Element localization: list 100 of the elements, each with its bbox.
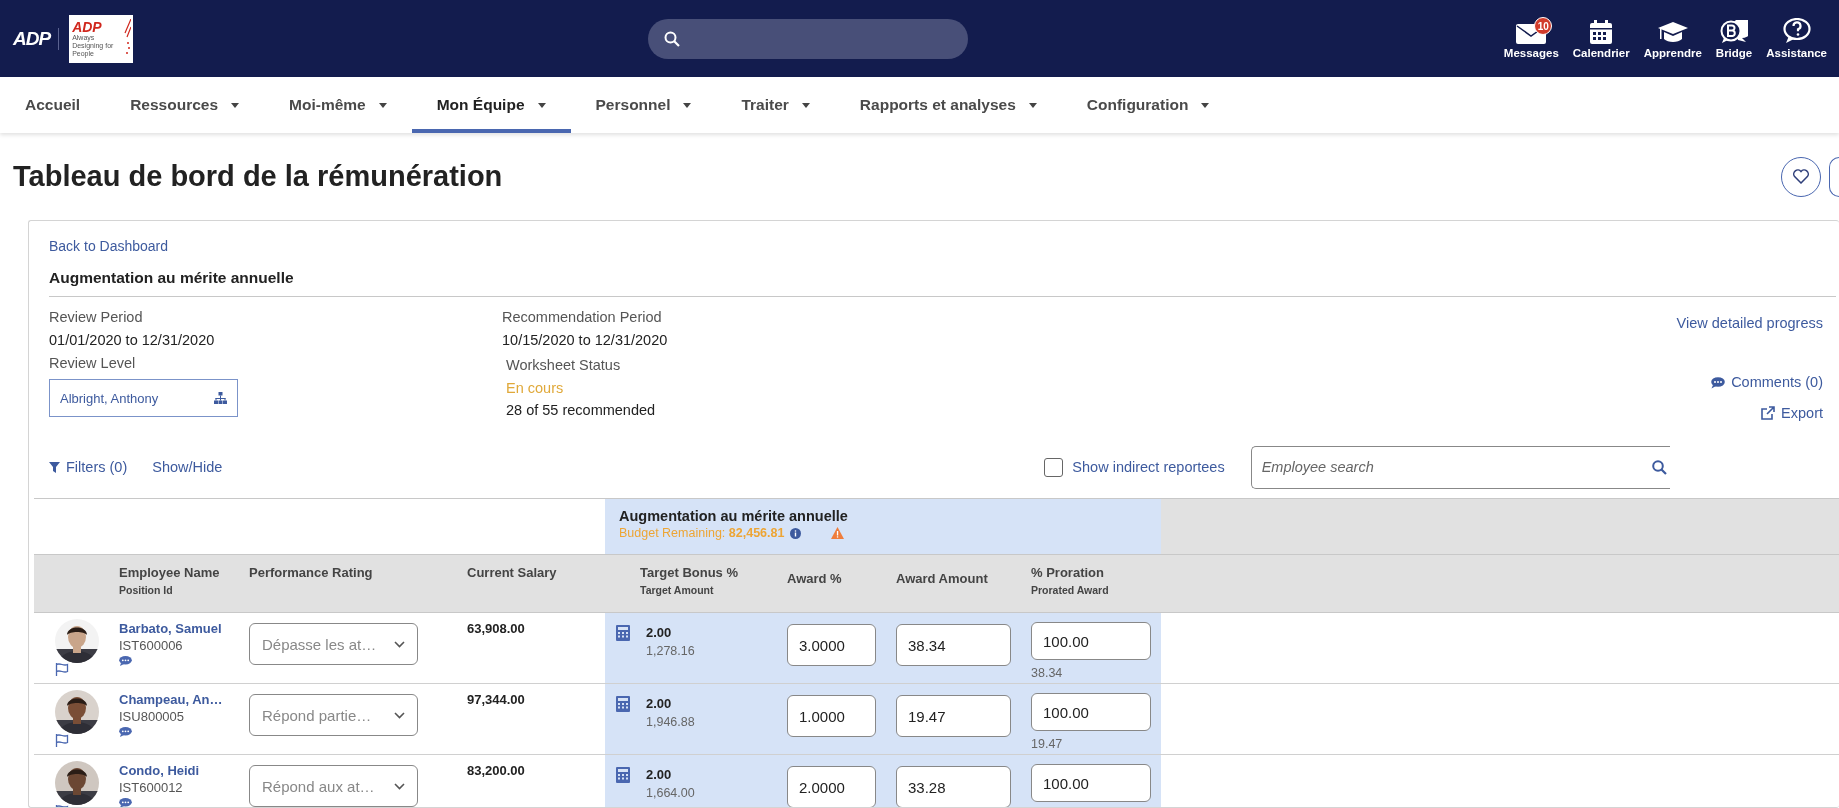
position-id: IST600006 (119, 638, 184, 653)
toolbar-button[interactable]: Assistance (1766, 18, 1827, 59)
nav-tab[interactable]: Rapports et analyses (834, 77, 1062, 133)
toolbar-button[interactable]: 10 Messages (1503, 18, 1559, 59)
progress-text: 28 of 55 recommended (506, 401, 657, 420)
round-button[interactable] (1829, 156, 1839, 197)
column-header[interactable]: Award Amount (896, 555, 1031, 612)
help-bubble-icon (1782, 18, 1811, 44)
field-label: Review Period (49, 308, 144, 327)
award-amount-field[interactable]: 19.47 (896, 695, 1011, 737)
employee-name-link[interactable]: Barbato, Samuel (119, 621, 249, 636)
heart-icon (1793, 169, 1809, 184)
chevron-down-icon (394, 782, 405, 790)
count-badge: 10 (1534, 17, 1553, 35)
nav-tab[interactable]: Ressources (105, 77, 265, 133)
field-label: Review Level (49, 354, 137, 373)
search-icon (1651, 459, 1667, 475)
show-hide-link[interactable]: Show/Hide (152, 459, 223, 475)
proration-field[interactable]: 100.00 (1031, 764, 1151, 802)
toolbar-label: Bridge (1715, 47, 1753, 59)
warning-icon (831, 527, 845, 539)
salary-value: 63,908.00 (467, 621, 526, 636)
target-amount-value: 1,278.16 (646, 644, 695, 658)
nav-tab[interactable]: Personnel (570, 77, 717, 133)
salary-value: 97,344.00 (467, 692, 526, 707)
toolbar-button[interactable]: Bridge (1715, 18, 1753, 59)
favorite-button[interactable] (1781, 156, 1821, 197)
award-amount-field[interactable]: 33.28 (896, 766, 1011, 807)
review-level-selector[interactable]: Albright, Anthony (49, 379, 238, 417)
field-value: 01/01/2020 to 12/31/2020 (49, 331, 216, 350)
comment-icon[interactable] (119, 656, 132, 666)
proration-field[interactable]: 100.00 (1031, 622, 1151, 660)
back-link[interactable]: Back to Dashboard (49, 238, 169, 254)
calendar-icon (1590, 20, 1613, 44)
comment-icon[interactable] (119, 798, 132, 807)
employee-name-link[interactable]: Champeau, An… (119, 692, 249, 707)
award-percent-field[interactable]: 3.0000 (787, 624, 876, 666)
filter-icon (49, 461, 60, 473)
search-icon (664, 30, 680, 47)
comment-icon[interactable] (119, 727, 132, 737)
prorated-award-value: 19.47 (1031, 737, 1064, 751)
checkbox[interactable] (1044, 457, 1064, 477)
chat-bubbles-icon (1720, 20, 1749, 44)
flag-icon[interactable] (55, 734, 69, 747)
filters-link[interactable]: Filters (0) (49, 459, 128, 475)
target-amount-value: 1,946.88 (646, 715, 695, 729)
target-amount-value: 1,664.00 (646, 786, 695, 800)
rating-dropdown[interactable]: Dépasse les at… (249, 623, 418, 665)
calculator-icon[interactable] (616, 625, 630, 641)
column-header[interactable]: Employee Name Position Id (119, 555, 249, 612)
comment-icon (1711, 376, 1726, 389)
flag-icon[interactable] (55, 663, 69, 676)
external-link-icon (1761, 406, 1776, 420)
comments-link[interactable]: Comments (0) (1711, 374, 1823, 390)
budget-remaining: Budget Remaining: 82,456.81 (619, 526, 785, 540)
award-percent-field[interactable]: 2.0000 (787, 766, 876, 807)
envelope-icon (1516, 24, 1547, 44)
progress-link[interactable]: View detailed progress (1676, 315, 1823, 331)
toolbar-button[interactable]: Calendrier (1572, 18, 1630, 59)
nav-tab[interactable]: Accueil (0, 77, 106, 133)
status-text: En cours (506, 379, 565, 398)
toolbar-label: Messages (1503, 47, 1559, 59)
nav-tab[interactable]: Traiter (716, 77, 835, 133)
column-header[interactable]: Target Bonus % Target Amount (605, 555, 787, 612)
field-label: Worksheet Status (506, 356, 622, 375)
target-bonus-value: 2.00 (646, 767, 673, 782)
salary-value: 83,200.00 (467, 763, 526, 778)
column-header[interactable]: Award % (787, 555, 896, 612)
prorated-award-value: 38.34 (1031, 666, 1064, 680)
logo[interactable]: ADP (13, 27, 60, 50)
toolbar-button[interactable]: Apprendre (1643, 18, 1702, 59)
column-header[interactable]: Current Salary (467, 555, 605, 612)
nav-tab[interactable]: Mon Équipe (411, 77, 571, 133)
employee-name-link[interactable]: Condo, Heidi (119, 763, 249, 778)
chevron-down-icon (394, 711, 405, 719)
toolbar-label: Apprendre (1643, 47, 1702, 59)
award-amount-field[interactable]: 38.34 (896, 624, 1011, 666)
nav-tab[interactable]: Configuration (1061, 77, 1235, 133)
column-header[interactable]: Performance Rating (249, 555, 467, 612)
position-id: ISU800005 (119, 709, 186, 724)
column-header[interactable]: % Proration Prorated Award (1031, 555, 1161, 612)
toolbar-label: Assistance (1766, 47, 1827, 59)
target-bonus-value: 2.00 (646, 625, 673, 640)
field-label: Recommendation Period (502, 308, 663, 327)
calculator-icon[interactable] (616, 696, 630, 712)
award-percent-field[interactable]: 1.0000 (787, 695, 876, 737)
rating-dropdown[interactable]: Répond partie… (249, 694, 418, 736)
proration-field[interactable]: 100.00 (1031, 693, 1151, 731)
nav-tab[interactable]: Moi-même (264, 77, 412, 133)
hierarchy-icon (214, 392, 227, 404)
info-icon[interactable] (790, 527, 802, 539)
search-field[interactable] (648, 18, 968, 59)
rating-dropdown[interactable]: Répond aux at… (249, 765, 418, 807)
toolbar-label: Calendrier (1572, 47, 1630, 59)
page-title: Tableau de bord de la rémunération (13, 160, 503, 193)
employee-search-field[interactable]: Employee search (1250, 445, 1670, 489)
calculator-icon[interactable] (616, 767, 630, 783)
chevron-down-icon (394, 640, 405, 648)
export-link[interactable]: Export (1761, 405, 1823, 421)
checkbox-label[interactable]: Show indirect reportees (1072, 459, 1225, 475)
